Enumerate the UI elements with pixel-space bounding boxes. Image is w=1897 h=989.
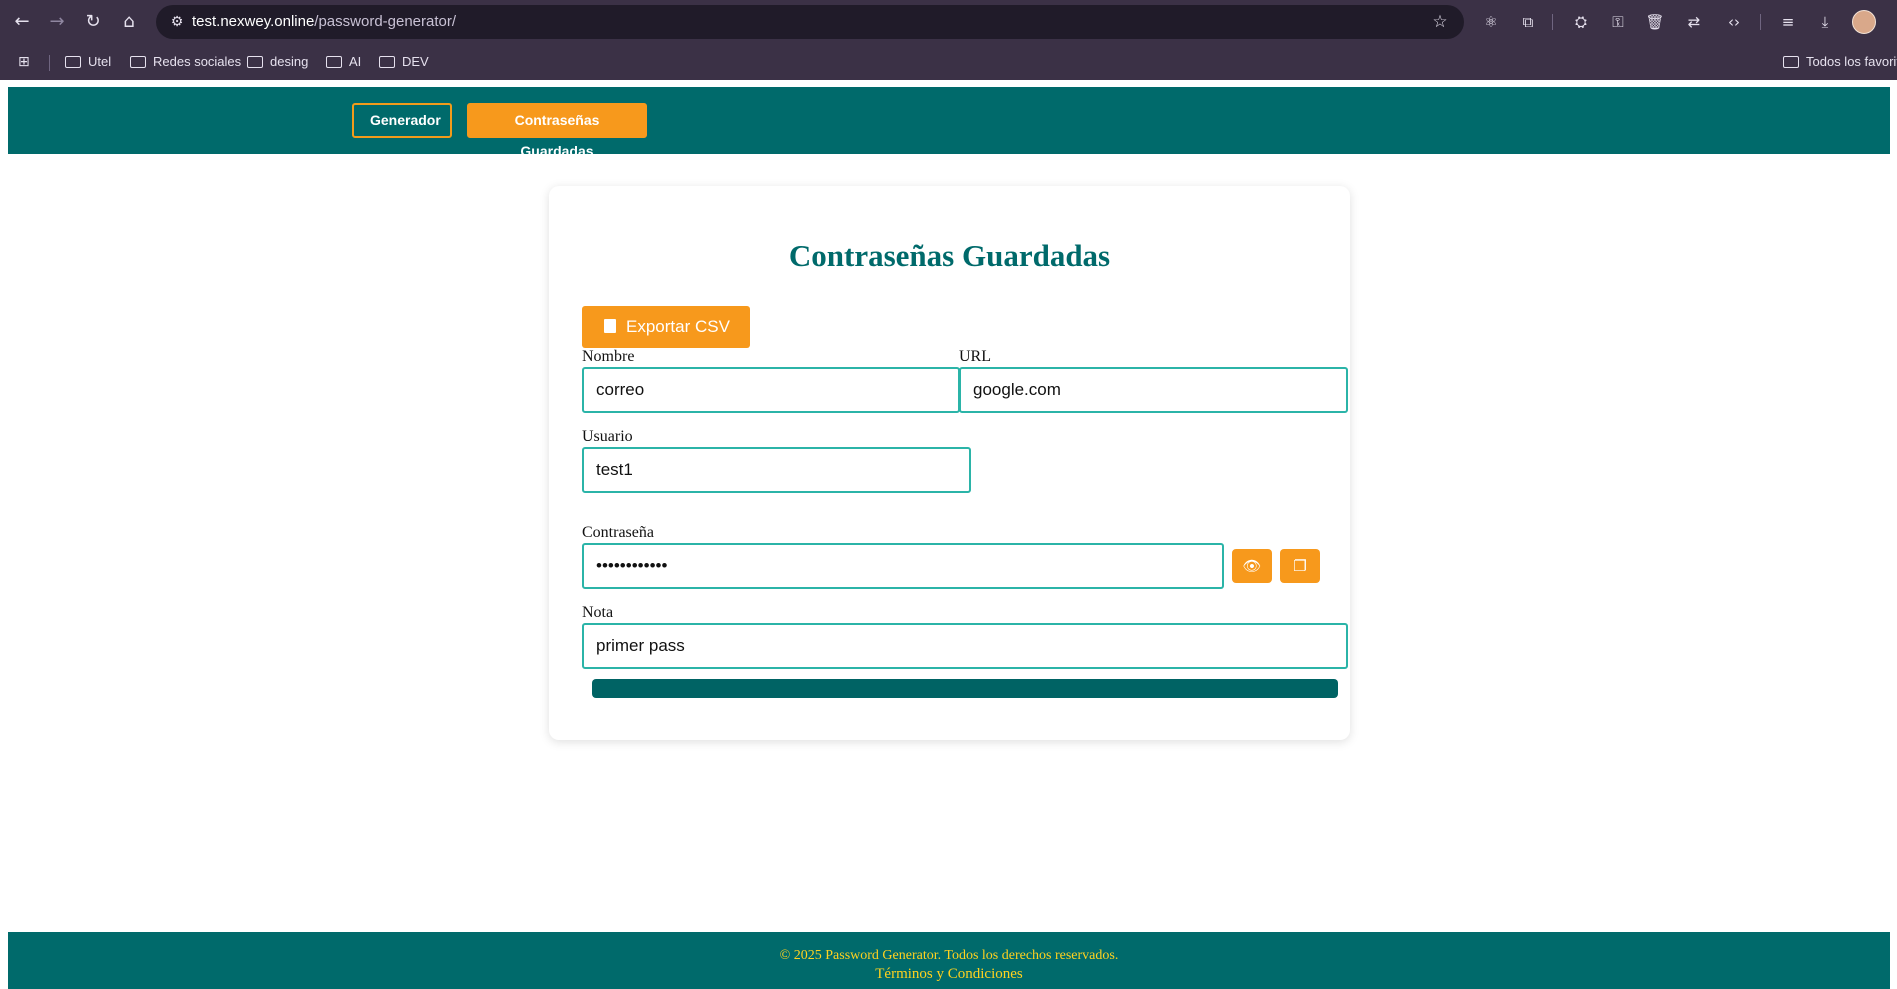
- nombre-field[interactable]: correo: [582, 367, 960, 413]
- bookmark-label: AI: [349, 54, 362, 69]
- address-bar[interactable]: ⚙ test.nexwey.online/password-generator/…: [156, 5, 1464, 39]
- action-bar-button[interactable]: [592, 679, 1338, 698]
- bookmarks-divider: [49, 55, 50, 71]
- nota-label: Nota: [582, 604, 614, 621]
- apps-grid-icon[interactable]: ⊞: [18, 55, 32, 69]
- bookmarks-bar: ⊞ Utel Redes sociales desing AI DEV Todo…: [0, 44, 1897, 80]
- nav-generator-button[interactable]: Generador: [352, 103, 452, 138]
- bookmark-label: desing: [270, 54, 309, 69]
- usuario-label: Usuario: [582, 428, 633, 445]
- password-label: Contraseña: [582, 524, 654, 541]
- reading-list-icon[interactable]: ≡: [1776, 10, 1800, 34]
- copy-icon: ❐: [1293, 557, 1307, 575]
- url-text[interactable]: test.nexwey.online/password-generator/: [192, 5, 456, 39]
- bookmark-folder-desing[interactable]: desing: [247, 44, 308, 80]
- extensions-icon[interactable]: ⧉: [1516, 10, 1540, 34]
- password-field[interactable]: ••••••••••••: [582, 543, 1224, 589]
- back-icon[interactable]: ←: [9, 9, 35, 35]
- nombre-label: Nombre: [582, 348, 635, 365]
- folder-icon: [247, 55, 263, 68]
- bookmark-label: DEV: [402, 54, 429, 69]
- site-nav: Generador Contraseñas Guardadas: [8, 87, 1890, 159]
- nav-saved-passwords-button[interactable]: Contraseñas Guardadas: [467, 103, 647, 159]
- export-csv-button[interactable]: Exportar CSV: [582, 306, 750, 348]
- show-password-button[interactable]: 👁: [1232, 549, 1272, 583]
- site-footer: © 2025 Password Generator. Todos los der…: [8, 932, 1890, 989]
- url-path: /password-generator/: [314, 13, 457, 30]
- terms-link[interactable]: Términos y Condiciones: [8, 966, 1890, 983]
- download-icon[interactable]: ⤓: [1813, 10, 1837, 34]
- bookmark-folder-utel[interactable]: Utel: [65, 44, 111, 80]
- folder-icon: [65, 55, 81, 68]
- bookmark-folder-redes-sociales[interactable]: Redes sociales: [130, 44, 241, 80]
- bookmark-label: Utel: [88, 54, 112, 69]
- react-devtools-icon[interactable]: ⚛: [1479, 10, 1503, 34]
- trash-extension-icon[interactable]: 🗑: [1643, 10, 1667, 34]
- folder-icon: [1783, 55, 1799, 68]
- bookmark-folder-dev[interactable]: DEV: [379, 44, 429, 80]
- folder-icon: [379, 55, 395, 68]
- translate-icon[interactable]: ⇄: [1682, 10, 1706, 34]
- toolbar-divider: [1552, 14, 1553, 30]
- all-bookmarks-folder[interactable]: Todos los favoritos: [1783, 44, 1897, 80]
- incognito-extension-icon[interactable]: ⛭: [1569, 10, 1593, 34]
- profile-avatar[interactable]: [1852, 10, 1876, 34]
- bookmark-star-icon[interactable]: ☆: [1428, 10, 1452, 34]
- bookmark-label: Todos los favoritos: [1806, 54, 1897, 69]
- usuario-field[interactable]: test1: [582, 447, 971, 493]
- code-icon[interactable]: ‹›: [1722, 10, 1746, 34]
- url-host: test.nexwey.online: [192, 13, 315, 30]
- file-export-icon: [604, 318, 616, 333]
- toolbar-divider: [1760, 14, 1761, 30]
- site-settings-icon[interactable]: ⚙: [166, 11, 188, 33]
- forward-icon[interactable]: →: [44, 9, 70, 35]
- password-key-icon[interactable]: ⚿: [1606, 10, 1630, 34]
- home-icon[interactable]: ⌂: [116, 9, 142, 35]
- folder-icon: [326, 55, 342, 68]
- copy-password-button[interactable]: ❐: [1280, 549, 1320, 583]
- footer-copyright: © 2025 Password Generator. Todos los der…: [779, 948, 1119, 963]
- page-title: Contraseñas Guardadas: [788, 238, 1111, 273]
- browser-toolbar: ← → ↻ ⌂ ⚙ test.nexwey.online/password-ge…: [0, 0, 1897, 44]
- url-label: URL: [959, 348, 991, 365]
- eye-icon: 👁: [1242, 557, 1262, 575]
- saved-passwords-card: Contraseñas Guardadas Exportar CSV Nombr…: [549, 186, 1350, 740]
- folder-icon: [130, 55, 146, 68]
- url-field[interactable]: google.com: [959, 367, 1348, 413]
- export-csv-label: Exportar CSV: [626, 317, 730, 336]
- bookmark-label: Redes sociales: [153, 54, 242, 69]
- nota-field[interactable]: primer pass: [582, 623, 1348, 669]
- bookmark-folder-ai[interactable]: AI: [326, 44, 361, 80]
- reload-icon[interactable]: ↻: [80, 9, 106, 35]
